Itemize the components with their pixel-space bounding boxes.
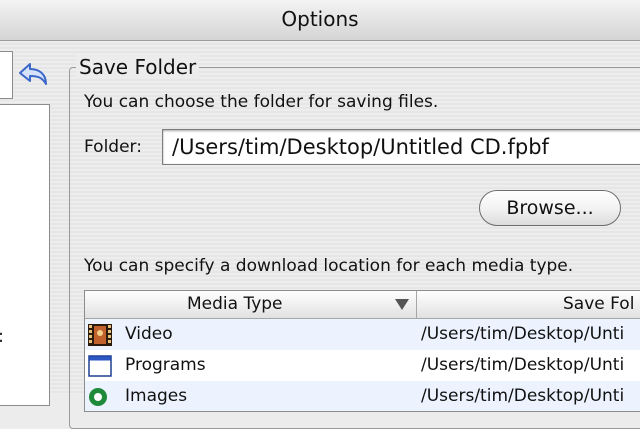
- table-row[interactable]: Video /Users/tim/Desktop/Unti: [85, 319, 640, 350]
- media-location-description: You can specify a download location for …: [84, 256, 574, 276]
- folder-label: Folder:: [84, 137, 142, 157]
- group-title: Save Folder: [76, 55, 200, 79]
- program-window-icon: [88, 355, 112, 377]
- media-type-name: Images: [125, 386, 188, 406]
- table-header: Media Type Save Fol: [85, 291, 640, 319]
- sort-descending-icon[interactable]: [395, 299, 409, 310]
- column-header-media-type[interactable]: Media Type: [187, 294, 283, 314]
- video-film-icon: [88, 324, 112, 346]
- folder-description: You can choose the folder for saving fil…: [84, 92, 439, 112]
- left-category-list[interactable]: [0, 104, 50, 406]
- column-divider[interactable]: [416, 291, 417, 318]
- media-type-name: Video: [125, 324, 173, 344]
- left-top-field[interactable]: [0, 51, 13, 99]
- window-title: Options: [281, 7, 359, 31]
- browse-button[interactable]: Browse...: [479, 190, 621, 226]
- table-row[interactable]: Images /Users/tim/Desktop/Unti: [85, 381, 640, 411]
- image-icon: [89, 388, 107, 406]
- back-arrow-icon[interactable]: [16, 60, 50, 90]
- media-type-table: Media Type Save Fol Video /Users/tim/Des…: [84, 290, 640, 412]
- save-folder-path: /Users/tim/Desktop/Unti: [421, 355, 625, 375]
- media-type-name: Programs: [125, 355, 206, 375]
- table-row[interactable]: Programs /Users/tim/Desktop/Unti: [85, 350, 640, 381]
- column-header-save-folder[interactable]: Save Fol: [563, 294, 634, 314]
- title-bar: Options: [0, 0, 640, 41]
- folder-path-input[interactable]: [162, 129, 640, 165]
- save-folder-path: /Users/tim/Desktop/Unti: [421, 324, 625, 344]
- save-folder-path: /Users/tim/Desktop/Unti: [421, 386, 625, 406]
- left-list-text: :: [0, 326, 4, 347]
